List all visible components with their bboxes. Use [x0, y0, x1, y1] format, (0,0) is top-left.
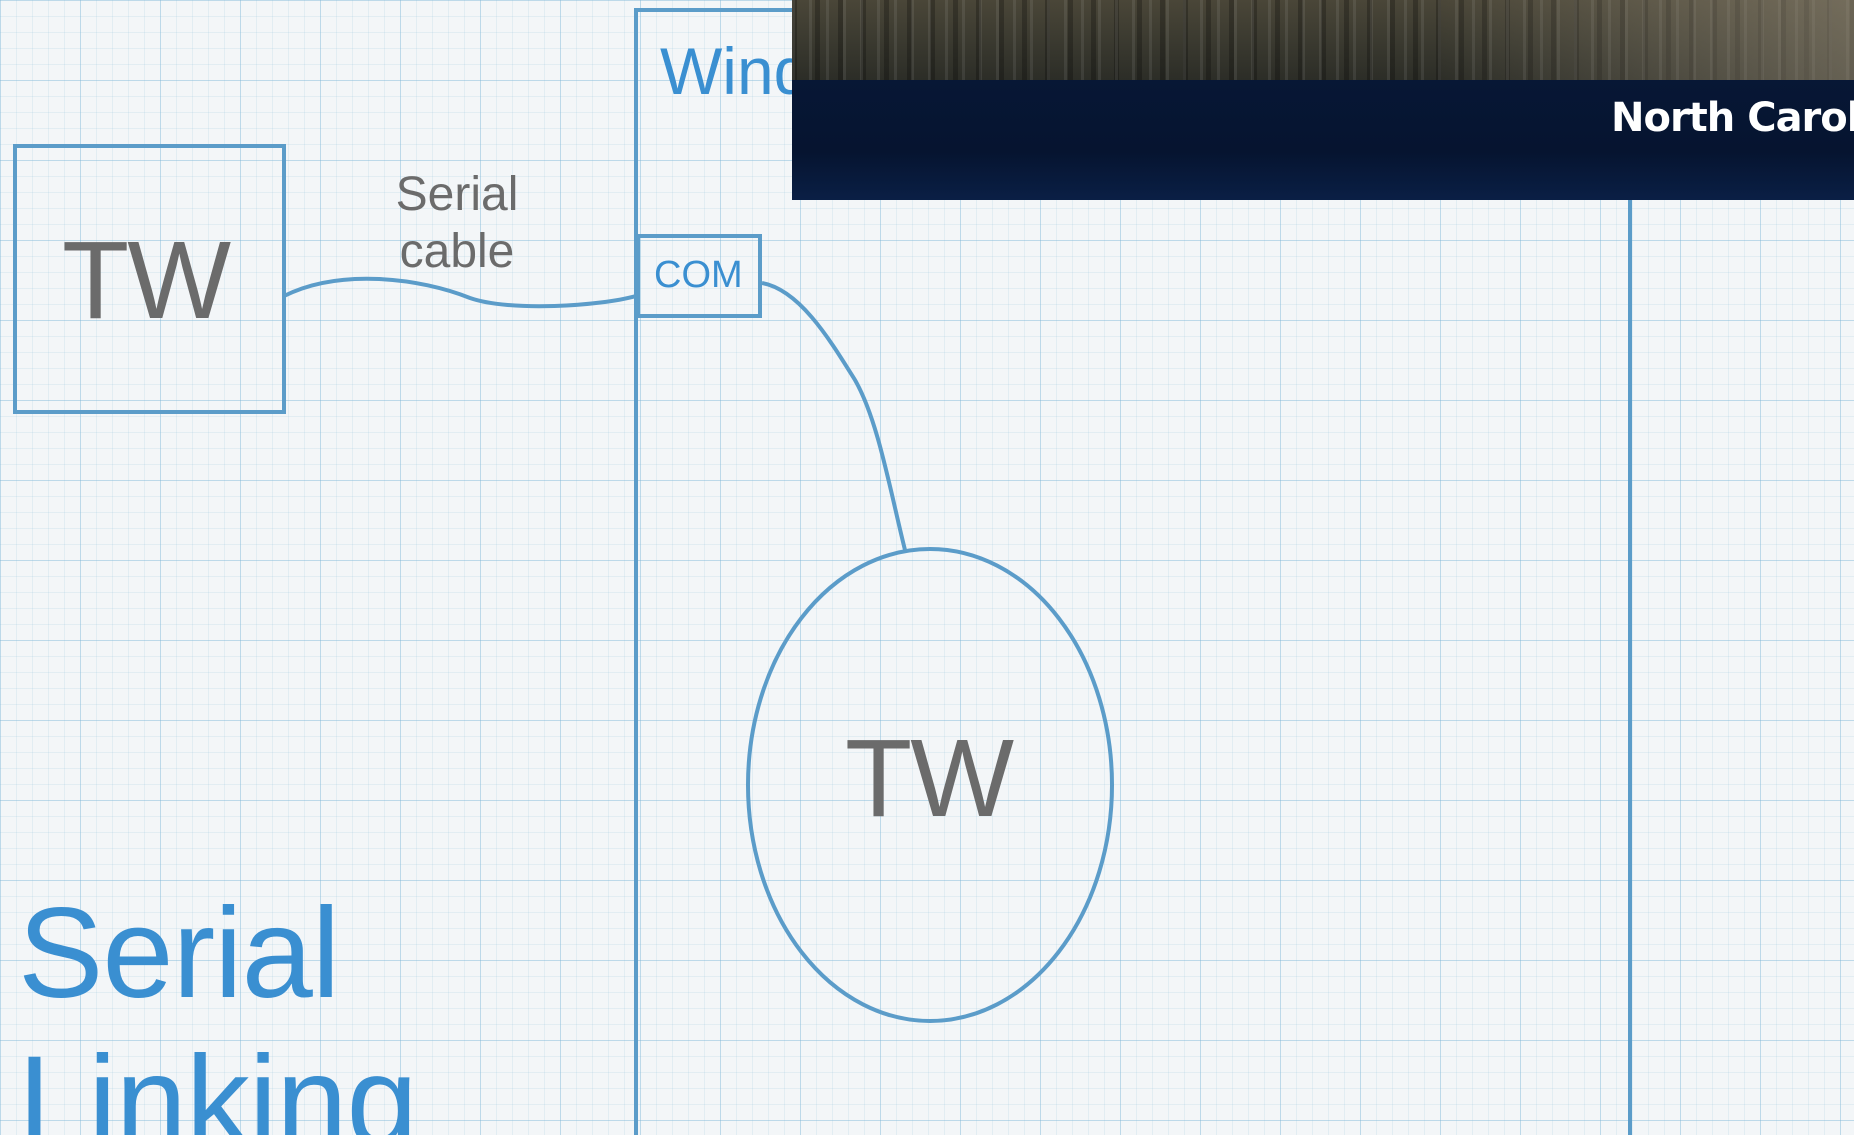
windows-label: Wind [660, 34, 811, 108]
tw-node-label-internal: TW [845, 717, 1014, 840]
serial-cable-label: Serial cable [395, 168, 519, 278]
photo-banner: North Caroli [792, 0, 1854, 200]
photo-landscape-image [792, 0, 1854, 80]
com-port-label: COM [654, 254, 743, 296]
serial-cable-line [283, 276, 637, 309]
banner-text: North Caroli [1611, 95, 1854, 141]
slide-title: Serial Linking [18, 882, 418, 1135]
banner-band: North Caroli [792, 80, 1854, 200]
tw-node-label-left: TW [62, 219, 231, 342]
